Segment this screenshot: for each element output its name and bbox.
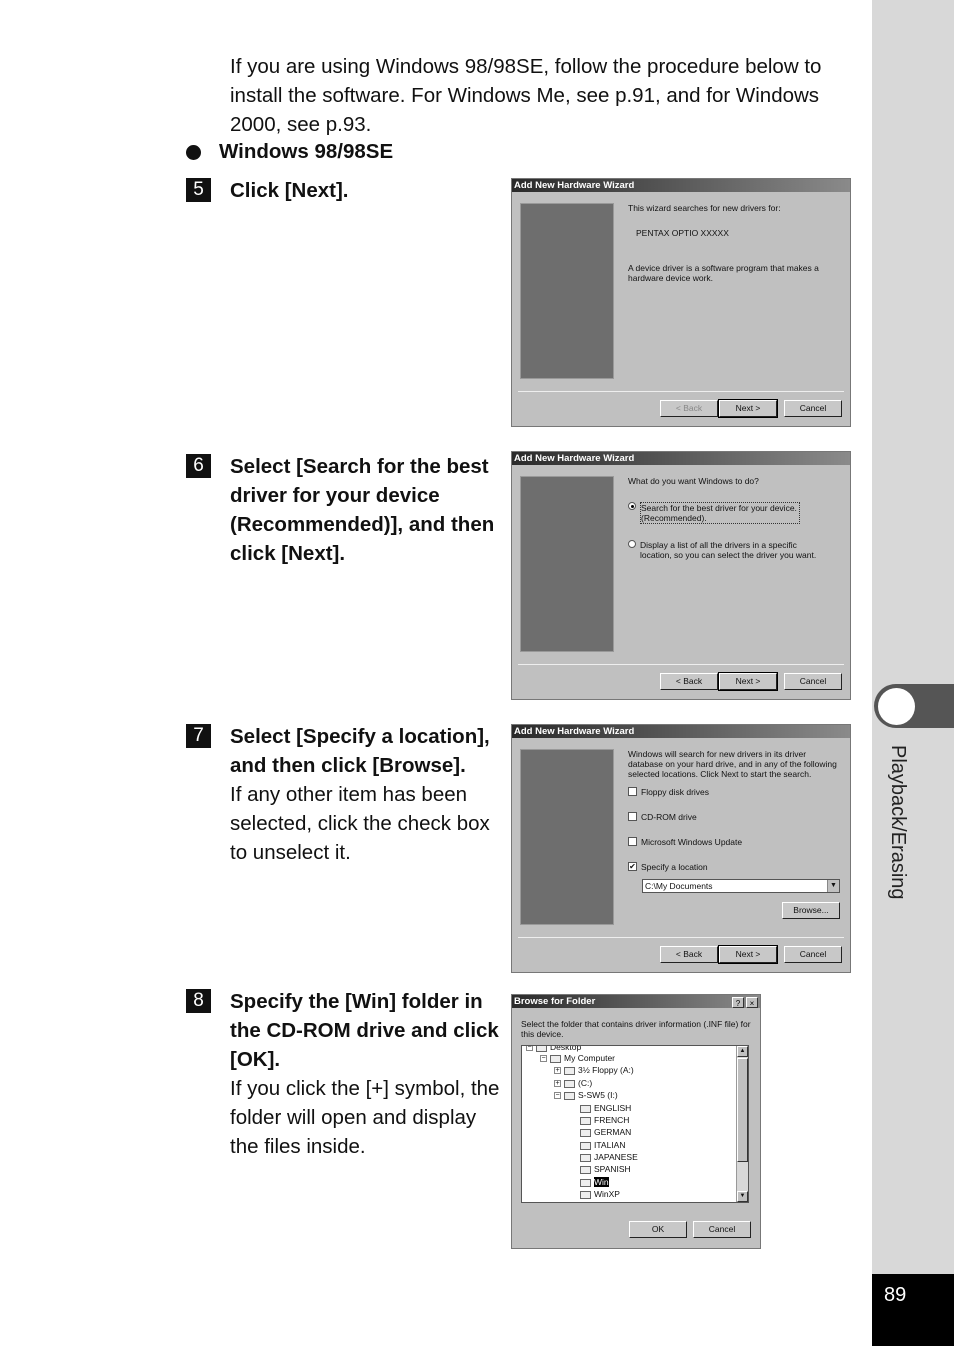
scroll-thumb[interactable] xyxy=(737,1058,748,1162)
radio-search-best[interactable]: Search for the best driver for your devi… xyxy=(628,502,842,524)
page-sidebar xyxy=(872,0,954,1346)
checkbox-specify-location[interactable]: ✔ Specify a location xyxy=(628,862,842,872)
dialog-text: Windows will search for new drivers in i… xyxy=(628,749,837,779)
step-number: 5 xyxy=(186,178,211,202)
location-combobox[interactable]: C:\My Documents ▼ xyxy=(642,879,840,893)
folder-icon xyxy=(580,1165,591,1174)
tree-item-my-computer[interactable]: − My Computer xyxy=(540,1053,615,1064)
dialog-prompt: Select the folder that contains driver i… xyxy=(521,1019,751,1039)
chapter-tab-circle-icon xyxy=(878,688,915,725)
step-title: Select [Specify a location], and then cl… xyxy=(230,725,490,777)
folder-icon xyxy=(580,1153,591,1162)
wizard-computer-illustration xyxy=(520,749,614,925)
cancel-button[interactable]: Cancel xyxy=(784,946,842,963)
dialog-title: Add New Hardware Wizard xyxy=(512,452,850,465)
checkbox-icon[interactable] xyxy=(628,812,637,821)
dialog-title: Add New Hardware Wizard xyxy=(512,725,850,738)
checkbox-windows-update[interactable]: Microsoft Windows Update xyxy=(628,837,842,847)
divider xyxy=(518,391,844,392)
checkbox-cdrom[interactable]: CD-ROM drive xyxy=(628,812,842,822)
dialog-title: Add New Hardware Wizard xyxy=(512,179,850,192)
step-title: Select [Search for the best driver for y… xyxy=(230,455,495,565)
radio-display-list[interactable]: Display a list of all the drivers in a s… xyxy=(628,540,842,560)
tree-item-folder[interactable]: WinXP xyxy=(580,1189,620,1200)
device-name: PENTAX OPTIO XXXXX xyxy=(636,228,729,238)
back-button[interactable]: < Back xyxy=(660,400,718,417)
section-heading-text: Windows 98/98SE xyxy=(219,140,394,163)
next-button[interactable]: Next > xyxy=(718,672,778,691)
folder-icon xyxy=(580,1190,591,1199)
step-title: Specify the [Win] folder in the CD-ROM d… xyxy=(230,990,499,1071)
folder-icon xyxy=(580,1128,591,1137)
divider xyxy=(518,664,844,665)
dropdown-arrow-icon[interactable]: ▼ xyxy=(827,880,839,892)
open-folder-icon xyxy=(580,1178,591,1187)
next-button[interactable]: Next > xyxy=(718,399,778,418)
wizard-computer-illustration xyxy=(520,203,614,379)
tree-item-floppy[interactable]: +3½ Floppy (A:) xyxy=(554,1065,634,1076)
back-button[interactable]: < Back xyxy=(660,673,718,690)
dialog-text: A device driver is a software program th… xyxy=(628,263,819,283)
folder-icon xyxy=(580,1116,591,1125)
tree-item-folder-selected[interactable]: Win xyxy=(580,1177,609,1188)
tree-item-c-drive[interactable]: + (C:) xyxy=(554,1078,592,1089)
intro-paragraph: If you are using Windows 98/98SE, follow… xyxy=(230,55,822,136)
step-5: 5 Click [Next]. xyxy=(186,176,508,205)
step-note: If any other item has been selected, cli… xyxy=(230,783,490,864)
step-6: 6 Select [Search for the best driver for… xyxy=(186,452,508,568)
close-button[interactable]: × xyxy=(746,997,758,1008)
next-button[interactable]: Next > xyxy=(718,945,778,964)
chapter-label: Playback/Erasing xyxy=(887,745,909,900)
back-button[interactable]: < Back xyxy=(660,946,718,963)
tree-item-folder[interactable]: SPANISH xyxy=(580,1164,631,1175)
checkbox-icon[interactable] xyxy=(628,787,637,796)
divider xyxy=(518,937,844,938)
ok-button[interactable]: OK xyxy=(629,1221,687,1238)
tree-item-folder[interactable]: GERMAN xyxy=(580,1127,631,1138)
step-7: 7 Select [Specify a location], and then … xyxy=(186,722,508,867)
cancel-button[interactable]: Cancel xyxy=(784,673,842,690)
browse-button[interactable]: Browse... xyxy=(782,902,840,919)
dialog-title: Browse for Folder xyxy=(512,995,760,1008)
vertical-scrollbar[interactable]: ▲ ▼ xyxy=(736,1046,748,1202)
step-title: Click [Next]. xyxy=(230,179,349,202)
checkbox-checked-icon[interactable]: ✔ xyxy=(628,862,637,871)
folder-tree[interactable]: − Desktop − My Computer +3½ Floppy (A:) +(… xyxy=(521,1045,749,1203)
tree-item-desktop[interactable]: − Desktop xyxy=(526,1046,581,1053)
dialog-text: This wizard searches for new drivers for… xyxy=(628,203,781,213)
folder-icon xyxy=(580,1104,591,1113)
scroll-up-icon[interactable]: ▲ xyxy=(737,1046,748,1057)
wizard-dialog-3: Add New Hardware Wizard Windows will sea… xyxy=(511,724,851,973)
browse-folder-dialog: Browse for Folder ? × Select the folder … xyxy=(511,994,761,1249)
wizard-dialog-2: Add New Hardware Wizard What do you want… xyxy=(511,451,851,700)
radio-icon[interactable] xyxy=(628,502,636,510)
radio-icon[interactable] xyxy=(628,540,636,548)
step-8: 8 Specify the [Win] folder in the CD-ROM… xyxy=(186,987,508,1161)
tree-item-folder[interactable]: FRENCH xyxy=(580,1115,629,1126)
scroll-down-icon[interactable]: ▼ xyxy=(737,1191,748,1202)
cancel-button[interactable]: Cancel xyxy=(784,400,842,417)
tree-item-folder[interactable]: ITALIAN xyxy=(580,1140,626,1151)
step-note: If you click the [+] symbol, the folder … xyxy=(230,1077,500,1158)
step-number: 7 xyxy=(186,724,211,748)
step-number: 8 xyxy=(186,989,211,1013)
wizard-dialog-1: Add New Hardware Wizard This wizard sear… xyxy=(511,178,851,427)
help-button[interactable]: ? xyxy=(732,997,744,1008)
page-number: 89 xyxy=(884,1284,907,1306)
checkbox-floppy[interactable]: Floppy disk drives xyxy=(628,787,842,797)
wizard-computer-illustration xyxy=(520,476,614,652)
bullet-icon xyxy=(186,144,201,160)
tree-item-folder[interactable]: ENGLISH xyxy=(580,1103,631,1114)
dialog-question: What do you want Windows to do? xyxy=(628,476,759,486)
checkbox-icon[interactable] xyxy=(628,837,637,846)
cancel-button[interactable]: Cancel xyxy=(693,1221,751,1238)
tree-item-cdrom[interactable]: − S-SW5 (I:) xyxy=(554,1090,618,1101)
section-heading: Windows 98/98SE xyxy=(186,140,393,164)
tree-item-folder[interactable]: JAPANESE xyxy=(580,1152,638,1163)
step-number: 6 xyxy=(186,454,211,478)
folder-icon xyxy=(580,1141,591,1150)
